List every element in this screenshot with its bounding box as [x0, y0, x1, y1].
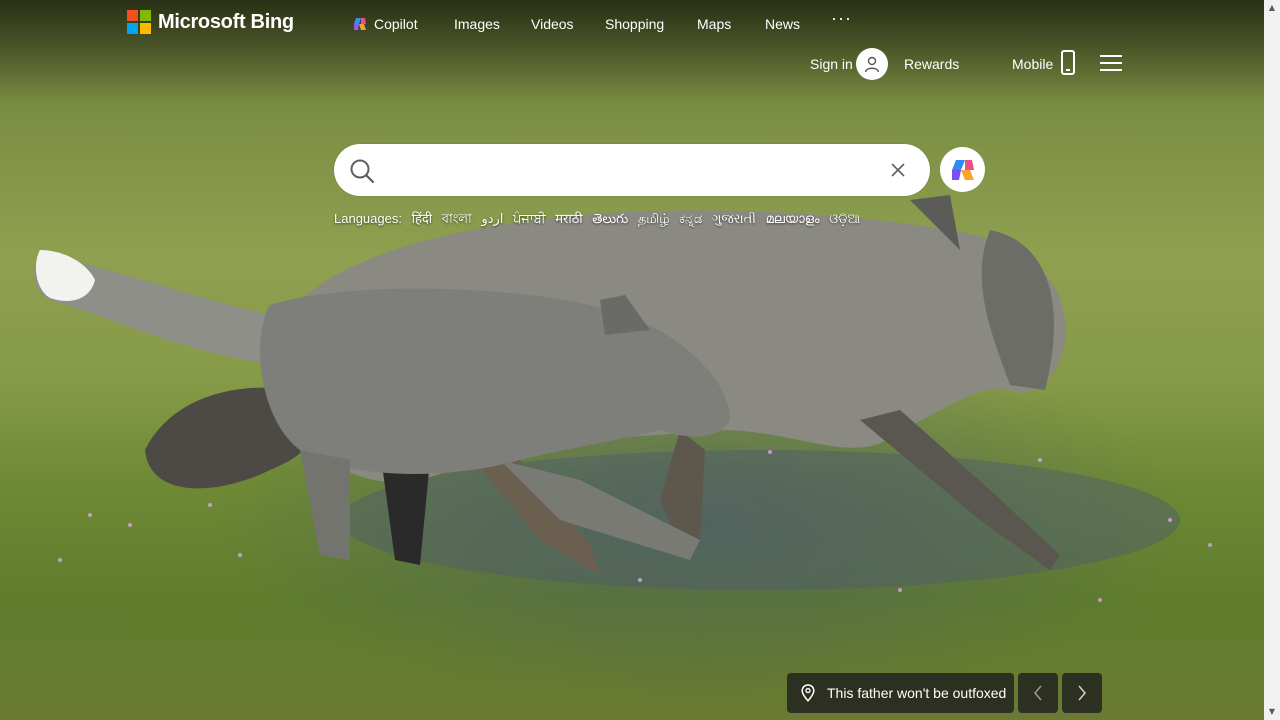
language-link-urdu[interactable]: اردو	[481, 211, 503, 226]
language-link-telugu[interactable]: తెలుగు	[592, 211, 628, 226]
next-image-button[interactable]	[1062, 673, 1102, 713]
language-link-marathi[interactable]: मराठी	[555, 211, 582, 226]
scroll-down-icon[interactable]: ▼	[1264, 704, 1280, 720]
search-box	[334, 144, 930, 196]
image-caption[interactable]: This father won't be outfoxed	[787, 673, 1014, 713]
background-image	[0, 0, 1264, 720]
nav-news[interactable]: News	[765, 14, 800, 34]
language-link-malayalam[interactable]: മലയാളം	[766, 211, 820, 226]
language-link-bengali[interactable]: বাংলা	[442, 211, 472, 226]
caption-text: This father won't be outfoxed	[827, 685, 1007, 701]
avatar[interactable]	[856, 48, 888, 80]
search-input[interactable]	[390, 154, 874, 188]
clear-icon[interactable]	[890, 162, 906, 178]
rewards-link[interactable]: Rewards	[904, 54, 959, 74]
bing-logo[interactable]: Microsoft Bing	[127, 10, 294, 34]
mobile-link[interactable]: Mobile	[1012, 54, 1053, 74]
languages-bar: Languages: हिंदी বাংলা اردو ਪੰਜਾਬੀ मराठी…	[334, 210, 860, 228]
location-pin-icon	[801, 684, 815, 702]
copilot-button[interactable]	[940, 147, 985, 192]
more-menu-icon[interactable]: ···	[831, 8, 852, 28]
nav-label: Copilot	[374, 16, 418, 32]
copilot-icon	[354, 18, 366, 30]
nav-shopping[interactable]: Shopping	[605, 14, 664, 34]
brand-name: Microsoft Bing	[158, 10, 294, 33]
copilot-icon	[951, 159, 974, 180]
search-icon[interactable]	[348, 157, 376, 185]
language-link-tamil[interactable]: தமிழ்	[638, 211, 670, 226]
previous-image-button[interactable]	[1018, 673, 1058, 713]
scroll-up-icon[interactable]: ▲	[1264, 0, 1280, 16]
scrollbar[interactable]: ▲ ▼	[1264, 0, 1280, 720]
fox-scene	[34, 195, 1212, 602]
language-link-punjabi[interactable]: ਪੰਜਾਬੀ	[513, 211, 546, 226]
mobile-phone-icon[interactable]	[1061, 50, 1075, 75]
nav-copilot[interactable]: Copilot	[352, 14, 418, 34]
languages-label: Languages:	[334, 211, 402, 226]
hamburger-menu-icon[interactable]	[1100, 55, 1122, 73]
language-link-odia[interactable]: ଓଡ଼ିଆ	[829, 211, 860, 226]
language-link-hindi[interactable]: हिंदी	[412, 211, 433, 226]
nav-maps[interactable]: Maps	[697, 14, 731, 34]
nav-videos[interactable]: Videos	[531, 14, 574, 34]
user-icon	[864, 56, 880, 73]
chevron-right-icon	[1078, 685, 1086, 701]
microsoft-logo-icon	[127, 10, 151, 34]
chevron-left-icon	[1034, 685, 1042, 701]
language-link-gujarati[interactable]: ગુજરાતી	[712, 211, 756, 226]
sign-in-link[interactable]: Sign in	[810, 54, 853, 74]
nav-images[interactable]: Images	[454, 14, 500, 34]
language-link-kannada[interactable]: ಕನ್ನಡ	[679, 211, 702, 226]
